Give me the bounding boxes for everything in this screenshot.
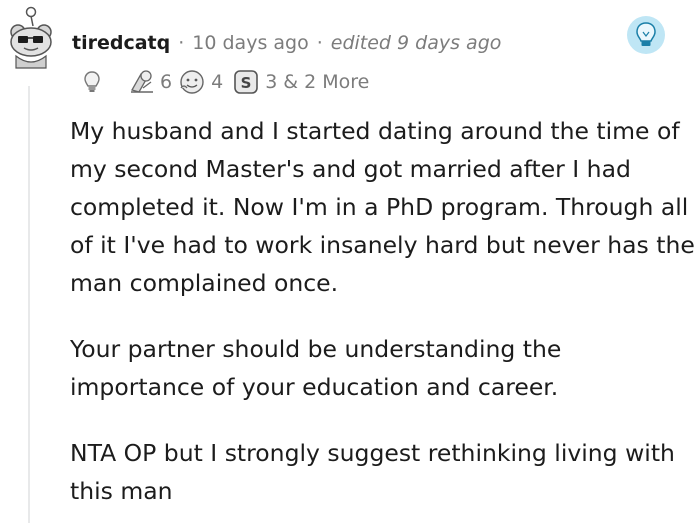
lightbulb-badge-icon[interactable] xyxy=(623,12,669,58)
comment-paragraph: My husband and I started dating around t… xyxy=(70,117,695,297)
awards-row: 6 4 S 3 & 2 More xyxy=(80,66,369,98)
timestamp[interactable]: 10 days ago xyxy=(192,32,308,54)
comment-paragraph: NTA OP but I strongly suggest rethinking… xyxy=(70,439,675,505)
author-username[interactable]: tiredcatq xyxy=(72,32,170,54)
award-count: 3 xyxy=(265,71,278,93)
thread-line[interactable] xyxy=(28,86,30,523)
lightbulb-award-icon[interactable] xyxy=(80,69,104,95)
comment-header: tiredcatq · 10 days ago · edited 9 days … xyxy=(72,32,501,54)
separator-dot: · xyxy=(316,32,323,54)
award-count: 6 xyxy=(160,71,173,93)
separator-dot: · xyxy=(178,32,185,54)
silver-award-icon[interactable]: S xyxy=(233,68,259,96)
comment-paragraph: Your partner should be understanding the… xyxy=(70,335,562,401)
comment: tiredcatq · 10 days ago · edited 9 days … xyxy=(0,0,700,523)
award-count: 4 xyxy=(211,71,224,93)
wholesome-award-icon[interactable] xyxy=(178,68,208,96)
svg-text:S: S xyxy=(241,74,252,92)
comment-body: My husband and I started dating around t… xyxy=(70,112,700,523)
more-awards-link[interactable]: & 2 More xyxy=(283,71,369,93)
snoo-sunglasses-avatar-icon[interactable] xyxy=(2,2,60,70)
helpful-award-icon[interactable] xyxy=(127,68,157,96)
edited-label: edited 9 days ago xyxy=(330,32,502,54)
